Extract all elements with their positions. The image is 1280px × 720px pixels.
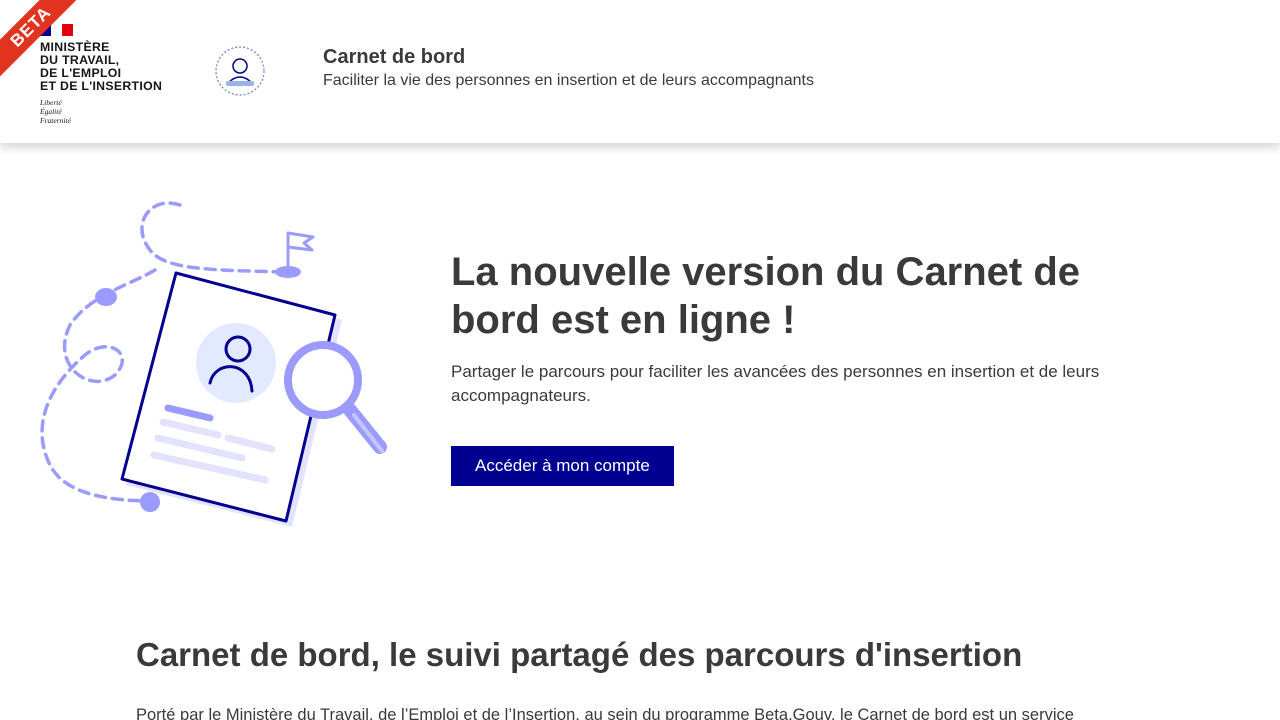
hero-title: La nouvelle version du Carnet de bord es…: [451, 250, 1081, 342]
motto-line: Fraternité: [40, 116, 71, 125]
site-header: MINISTÈRE DU TRAVAIL, DE L'EMPLOI ET DE …: [0, 0, 1280, 143]
section-title: Carnet de bord, le suivi partagé des par…: [136, 636, 1023, 673]
brand[interactable]: Carnet de bord Faciliter la vie des pers…: [323, 46, 814, 90]
site-tagline: Faciliter la vie des personnes en insert…: [323, 72, 814, 89]
republic-motto: Liberté Égalité Fraternité: [40, 98, 162, 125]
person-badge-icon[interactable]: [214, 45, 266, 97]
section-text: Porté par le Ministère du Travail, de l’…: [136, 706, 1074, 720]
site-title: Carnet de bord: [323, 46, 466, 68]
motto-line: Liberté: [40, 98, 62, 107]
profile-card-magnifier-illustration: [40, 201, 387, 527]
motto-line: Égalité: [40, 107, 62, 116]
access-account-button[interactable]: Accéder à mon compte: [451, 446, 674, 486]
hero-description: Partager le parcours pour faciliter les …: [451, 362, 1100, 405]
beta-badge: BETA: [0, 0, 90, 90]
hero-section: La nouvelle version du Carnet de bord es…: [451, 248, 1151, 486]
beta-label: BETA: [0, 0, 87, 83]
